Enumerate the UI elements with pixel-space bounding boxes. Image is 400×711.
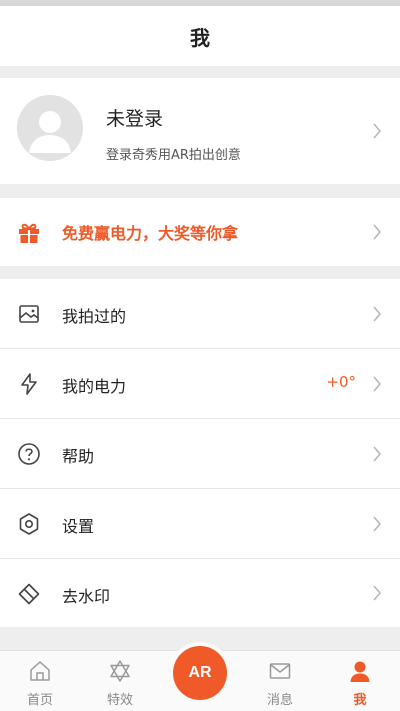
tab-effects[interactable]: 特效 [80,651,160,711]
home-icon [30,661,50,681]
chevron-right-icon [373,306,381,322]
default-avatar-icon [17,95,83,161]
ar-camera-button[interactable]: AR [173,646,227,700]
menu-item-settings[interactable]: 设置 [0,489,400,559]
chevron-right-icon [373,585,381,601]
menu-item-remove-watermark[interactable]: 去水印 [0,559,400,627]
photo-icon [19,305,39,323]
chevron-right-icon [373,123,381,139]
help-icon [18,443,40,465]
settings-menu: 我拍过的 我的电力 +0° 帮助 设置 去水印 [0,279,400,627]
chevron-right-icon [373,516,381,532]
tab-label: 首页 [26,693,53,708]
mail-icon [269,663,291,679]
tab-messages[interactable]: 消息 [240,651,320,711]
menu-label: 帮助 [62,447,95,466]
profile-name: 未登录 [106,108,164,130]
star-of-david-icon [110,660,130,682]
menu-label: 去水印 [62,587,111,606]
chevron-right-icon [373,376,381,392]
chevron-right-icon [373,224,381,240]
tab-home[interactable]: 首页 [0,651,80,711]
menu-item-my-photos[interactable]: 我拍过的 [0,279,400,349]
avatar [17,95,83,161]
promo-banner[interactable]: 免费赢电力，大奖等你拿 [0,198,400,266]
gift-icon [19,223,39,243]
page-title: 我 [190,25,210,50]
power-value: +0° [326,373,356,391]
tab-label: 我 [353,693,367,708]
lightning-icon [21,373,37,395]
person-icon [350,661,370,682]
menu-label: 我的电力 [62,377,127,396]
app-header: 我 [0,6,400,66]
tab-label: 特效 [106,693,133,708]
menu-item-my-power[interactable]: 我的电力 +0° [0,349,400,419]
settings-icon [19,513,39,535]
tab-label: 消息 [266,693,293,708]
tab-me[interactable]: 我 [320,651,400,711]
menu-label: 设置 [62,517,95,536]
promo-text: 免费赢电力，大奖等你拿 [62,224,239,243]
profile-card[interactable]: 未登录 登录奇秀用AR拍出创意 [0,78,400,184]
menu-label: 我拍过的 [62,307,127,326]
profile-subtitle: 登录奇秀用AR拍出创意 [106,148,241,163]
menu-item-help[interactable]: 帮助 [0,419,400,489]
chevron-right-icon [373,446,381,462]
eraser-icon [18,583,40,605]
